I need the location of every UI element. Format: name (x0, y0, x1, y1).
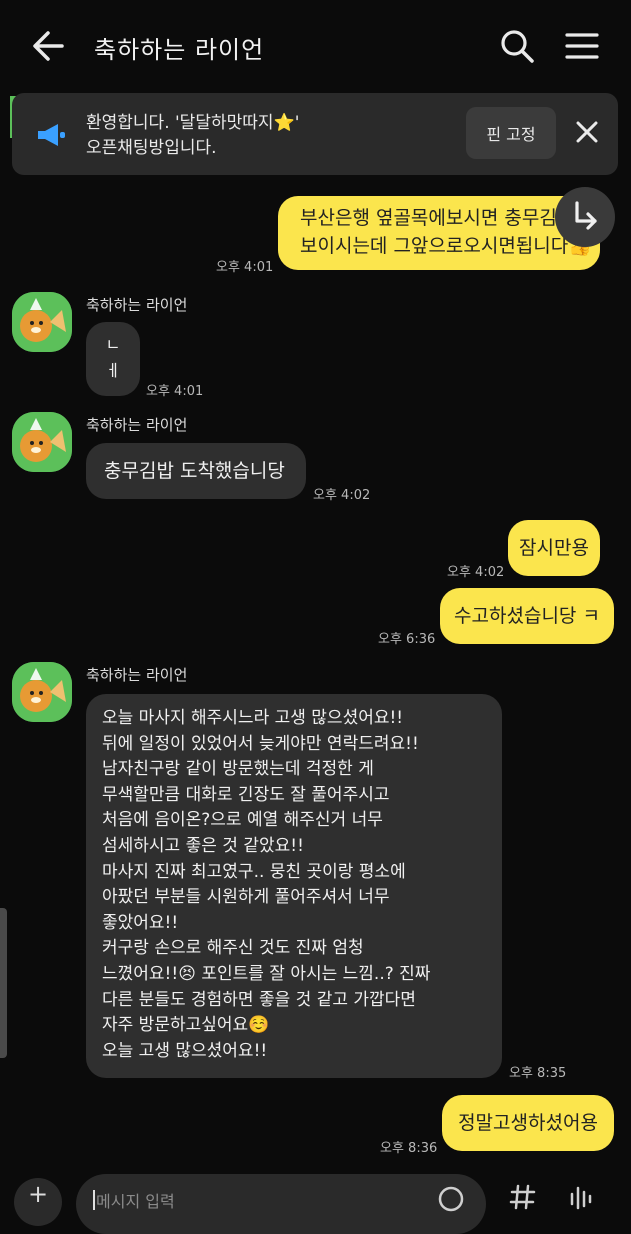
arrow-left-icon[interactable] (28, 26, 68, 66)
message-line: 보이시는데 그앞으로오시면됩니다👍 (300, 235, 592, 257)
message-line: 섬세하시고 좋은 것 같았요!! (102, 835, 304, 856)
message-line: 오늘 고생 많으셨어요!! (102, 1040, 268, 1061)
message-input[interactable]: 메시지 입력 (76, 1174, 486, 1234)
chat-header: 축하하는 라이언 (0, 0, 631, 92)
message-bubble-mine[interactable]: 부산은행 옆골목에보시면 충무김밥 보이시는데 그앞으로오시면됩니다👍 (278, 196, 600, 270)
message-time: 오후 6:36 (378, 632, 436, 647)
message-line: 느꼈어요!!😣 포인트를 잘 아시는 느낌..? 진짜 (102, 963, 431, 984)
message-bubble-theirs[interactable]: 충무김밥 도착했습니당 (86, 443, 306, 499)
message-line: 좋았어요!! (102, 912, 179, 933)
megaphone-icon (38, 124, 65, 146)
reply-arrow-icon (575, 201, 597, 230)
message-input-placeholder: 메시지 입력 (96, 1192, 175, 1211)
message-line: 충무김밥 도착했습니당 (104, 460, 285, 482)
message-line: ㅔ (105, 361, 121, 380)
message-line: 수고하셨습니당 ㅋ (454, 605, 600, 627)
message-time: 오후 8:35 (509, 1066, 567, 1081)
notice-banner[interactable]: 환영합니다. '달달하맛따지⭐' 오픈채팅방입니다. 핀 고정 (12, 93, 618, 175)
message-line: 처음에 음이온?으로 예열 해주신거 너무 (102, 810, 383, 831)
notice-line-2: 오픈채팅방입니다. (86, 138, 217, 158)
sender-name: 축하하는 라이언 (86, 296, 188, 314)
sender-name: 축하하는 라이언 (86, 416, 188, 434)
message-bubble-theirs[interactable]: ㄴ ㅔ (86, 322, 140, 396)
avatar[interactable] (12, 662, 72, 722)
message-bubble-mine[interactable]: 수고하셨습니당 ㅋ (440, 588, 614, 644)
scrollbar-handle[interactable] (0, 908, 7, 1058)
emoji-icon[interactable] (436, 1184, 466, 1214)
message-line: 무색할만큼 대화로 긴장도 잘 풀어주시고 (102, 784, 390, 805)
hash-icon[interactable] (508, 1182, 538, 1212)
plus-button[interactable]: + (14, 1178, 62, 1226)
message-line: 남자친구랑 같이 방문했는데 걱정한 게 (102, 759, 374, 780)
message-time: 오후 4:02 (447, 565, 505, 580)
chat-title: 축하하는 라이언 (94, 36, 265, 64)
message-line: 부산은행 옆골목에보시면 충무김밥 (300, 207, 575, 229)
message-line: 아팠던 부분들 시원하게 풀어주셔서 너무 (102, 887, 390, 908)
notice-line-1: 환영합니다. '달달하맛따지⭐' (86, 113, 300, 133)
pin-button[interactable]: 핀 고정 (466, 107, 556, 159)
message-line: 자주 방문하고싶어요☺️ (102, 1015, 270, 1036)
ryan-character-icon (12, 412, 72, 472)
search-icon[interactable] (497, 26, 537, 66)
reply-button[interactable] (555, 187, 615, 247)
text-cursor (93, 1190, 95, 1210)
message-time: 오후 8:36 (380, 1141, 438, 1156)
message-line: 잠시만용 (519, 537, 589, 559)
avatar[interactable] (12, 292, 72, 352)
message-bubble-mine[interactable]: 잠시만용 (508, 520, 600, 576)
message-line: 커구랑 손으로 해주신 것도 진짜 엄청 (102, 938, 364, 959)
hamburger-menu-icon[interactable] (562, 26, 602, 66)
message-line: 정말고생하셨어용 (458, 1112, 598, 1134)
message-time: 오후 4:01 (146, 384, 204, 399)
ryan-character-icon (12, 662, 72, 722)
avatar[interactable] (12, 412, 72, 472)
message-line: 마사지 진짜 최고였구.. 뭉친 곳이랑 평소에 (102, 861, 406, 882)
message-input-bar: + 메시지 입력 (0, 1168, 631, 1234)
message-line: 뒤에 일정이 있었어서 늦게야만 연락드려요!! (102, 733, 419, 754)
message-bubble-theirs[interactable]: 오늘 마사지 해주시느라 고생 많으셨어요!! 뒤에 일정이 있었어서 늦게야만… (86, 694, 502, 1078)
message-bubble-mine[interactable]: 정말고생하셨어용 (442, 1095, 614, 1151)
close-icon[interactable] (574, 119, 600, 145)
voice-icon[interactable] (566, 1182, 596, 1212)
message-time: 오후 4:01 (216, 260, 274, 275)
notice-text: 환영합니다. '달달하맛따지⭐' 오픈채팅방입니다. (86, 111, 466, 161)
message-line: 다른 분들도 경험하면 좋을 것 같고 가깝다면 (102, 989, 416, 1010)
sender-name: 축하하는 라이언 (86, 666, 188, 684)
ryan-character-icon (12, 292, 72, 352)
plus-icon: + (27, 1180, 49, 1208)
message-line: ㄴ (105, 335, 121, 354)
message-time: 오후 4:02 (313, 488, 371, 503)
message-line: 오늘 마사지 해주시느라 고생 많으셨어요!! (102, 708, 404, 728)
